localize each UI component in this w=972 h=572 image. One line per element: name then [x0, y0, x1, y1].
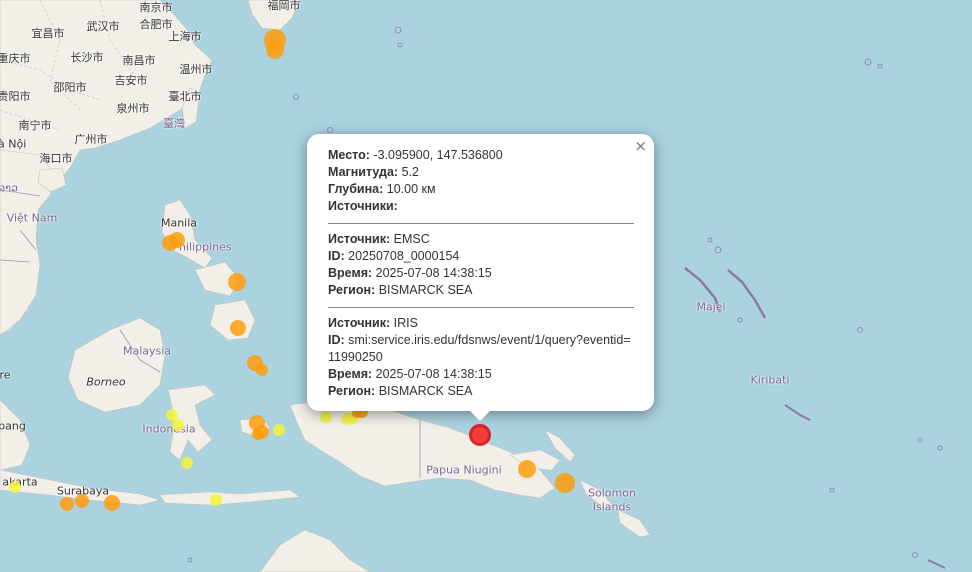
source-label: Источник:: [328, 316, 391, 330]
earthquake-marker[interactable]: [228, 273, 246, 291]
source-label: Источник:: [328, 232, 391, 246]
id-value: 20250708_0000154: [348, 249, 460, 263]
earthquake-marker[interactable]: [104, 495, 120, 511]
id-value: smi:service.iris.edu/fdsnws/event/1/quer…: [328, 333, 631, 364]
depth-label: Глубина:: [328, 182, 384, 196]
sources-label: Источники:: [328, 199, 398, 213]
earthquake-marker[interactable]: [230, 320, 246, 336]
earthquake-marker[interactable]: [341, 413, 353, 425]
earthquake-marker[interactable]: [273, 424, 285, 436]
earthquake-marker[interactable]: [256, 364, 268, 376]
earthquake-marker[interactable]: [469, 424, 491, 446]
earthquake-marker[interactable]: [320, 411, 332, 423]
time-label: Время:: [328, 367, 373, 381]
divider: [328, 223, 634, 224]
popup-tip: [469, 410, 491, 421]
time-label: Время:: [328, 266, 373, 280]
earthquake-marker[interactable]: [518, 460, 536, 478]
region-label: Регион:: [328, 384, 376, 398]
region-label: Регион:: [328, 283, 376, 297]
earthquake-marker[interactable]: [172, 419, 184, 431]
divider: [328, 307, 634, 308]
earthquake-marker[interactable]: [210, 494, 222, 506]
region-value: BISMARCK SEA: [378, 384, 473, 398]
source-value: IRIS: [393, 316, 418, 330]
region-value: BISMARCK SEA: [378, 283, 473, 297]
magnitude-label: Магнитуда:: [328, 165, 399, 179]
time-value: 2025-07-08 14:38:15: [375, 367, 492, 381]
close-icon[interactable]: ×: [634, 138, 647, 155]
source-value: EMSC: [393, 232, 430, 246]
earthquake-marker[interactable]: [181, 457, 193, 469]
time-value: 2025-07-08 14:38:15: [375, 266, 492, 280]
earthquake-marker[interactable]: [169, 232, 185, 248]
earthquake-marker[interactable]: [555, 473, 575, 493]
place-label: Место:: [328, 148, 370, 162]
magnitude-value: 5.2: [401, 165, 419, 179]
id-label: ID:: [328, 333, 345, 347]
earthquake-popup: × Место: -3.095900, 147.536800 Магнитуда…: [307, 134, 654, 421]
earthquake-marker[interactable]: [9, 481, 21, 493]
earthquake-marker[interactable]: [266, 41, 284, 59]
map[interactable]: 南京市 武汉市 合肥市 宜昌市 上海市 重庆市 长沙市 南昌市 温州市 贵阳市 …: [0, 0, 972, 572]
earthquake-marker[interactable]: [75, 494, 89, 508]
earthquake-marker[interactable]: [60, 497, 74, 511]
earthquake-marker[interactable]: [252, 428, 264, 440]
id-label: ID:: [328, 249, 345, 263]
depth-value: 10.00 км: [386, 182, 436, 196]
place-value: -3.095900, 147.536800: [373, 148, 503, 162]
